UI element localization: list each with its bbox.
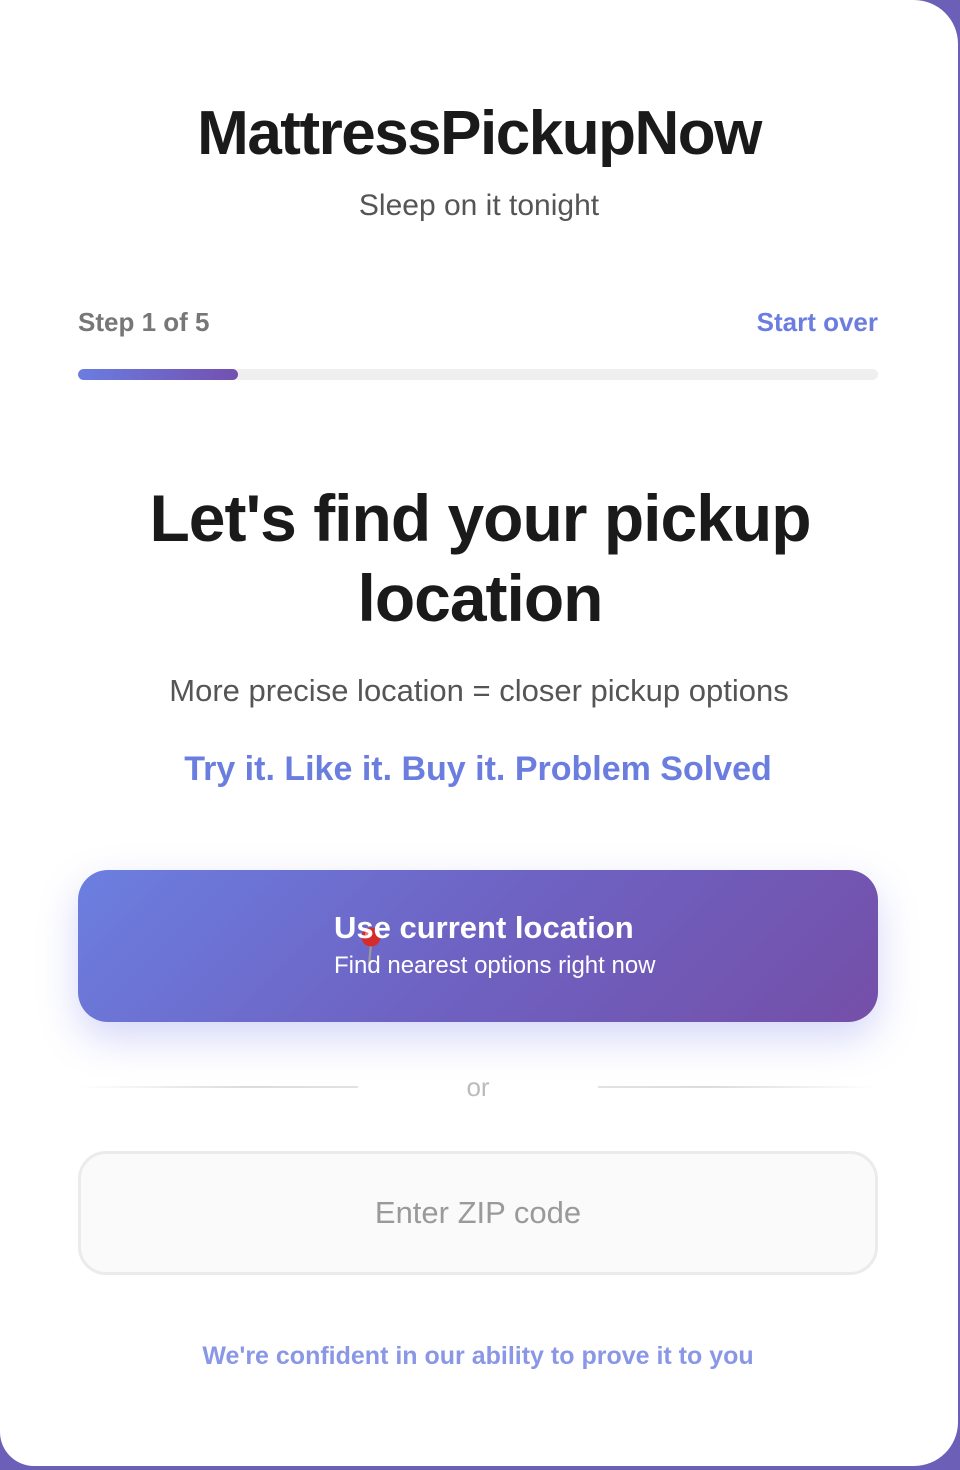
step-indicator: Step 1 of 5 — [78, 307, 210, 337]
main-card: MattressPickupNow Sleep on it tonight St… — [0, 0, 958, 1466]
step-row: Step 1 of 5 Start over — [78, 302, 878, 342]
brand-title: MattressPickupNow — [197, 99, 762, 168]
location-button-title: Use current location — [334, 910, 634, 945]
or-divider: or — [78, 1066, 878, 1108]
progress-bar-fill — [78, 369, 238, 380]
progress-bar — [78, 369, 878, 380]
brand-tagline: Sleep on it tonight — [358, 189, 600, 222]
footer-note: We're confident in our ability to prove … — [202, 1342, 754, 1370]
use-current-location-button[interactable]: Use current location Find nearest option… — [78, 870, 878, 1022]
location-button-subtitle: Find nearest options right now — [334, 952, 656, 979]
slogan-text: Try it. Like it. Buy it. Problem Solved — [184, 750, 772, 788]
page-heading: Let's find your pickup location — [149, 481, 811, 635]
page-subtext: More precise location = closer pickup op… — [169, 673, 789, 708]
divider-line-right — [598, 1086, 878, 1088]
start-over-button[interactable]: Start over — [757, 302, 878, 342]
zip-code-input[interactable] — [78, 1151, 878, 1275]
